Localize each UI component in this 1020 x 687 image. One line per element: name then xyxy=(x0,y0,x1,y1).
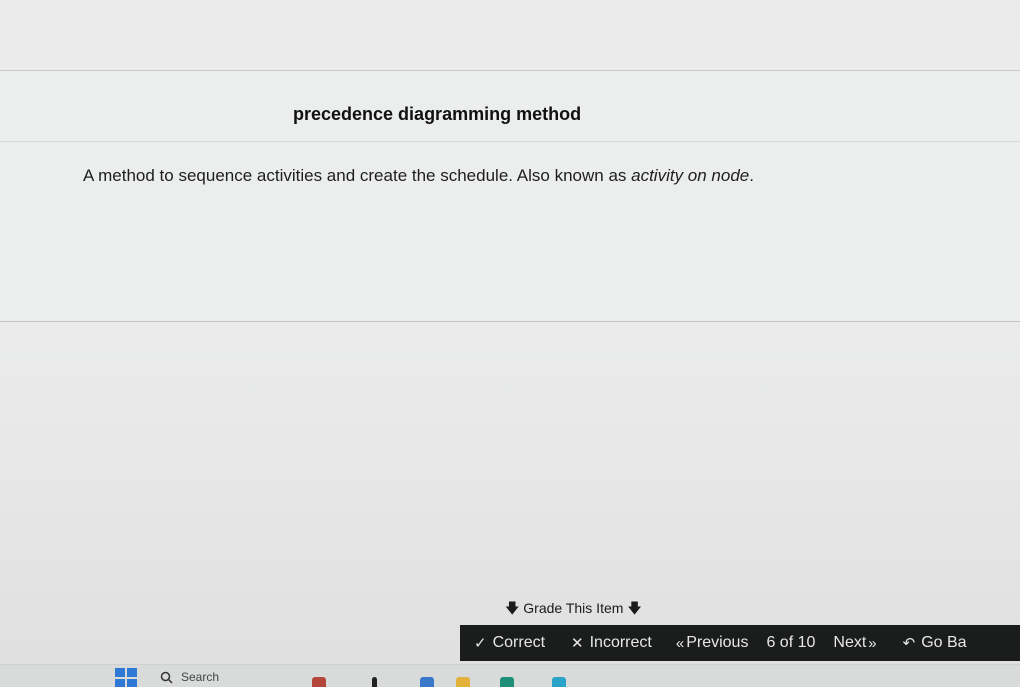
definition-italic: activity on node xyxy=(631,166,750,185)
return-arrow-icon: ↶ xyxy=(902,635,916,652)
windows-taskbar: Search xyxy=(0,664,1020,687)
term-row: precedence diagramming method xyxy=(0,101,1020,142)
taskbar-app-icon[interactable] xyxy=(500,677,514,687)
go-back-label: Go Ba xyxy=(921,634,967,651)
arrow-down-icon: 🡇 xyxy=(627,600,642,616)
folder-icon[interactable] xyxy=(456,677,470,687)
card-definition: A method to sequence activities and crea… xyxy=(83,166,754,186)
logo-tile xyxy=(127,679,137,687)
taskbar-app-icon[interactable] xyxy=(372,677,377,687)
search-placeholder: Search xyxy=(181,670,220,684)
grade-this-item-label: 🡇 Grade This Item 🡇 xyxy=(505,598,642,622)
taskbar-app-icon[interactable] xyxy=(312,677,326,687)
logo-tile xyxy=(127,668,137,677)
double-chevron-left-icon: « xyxy=(675,634,685,652)
incorrect-button[interactable]: ✕ Incorrect xyxy=(571,634,652,652)
card-counter: 6 of 10 xyxy=(766,634,816,651)
grade-label-text: Grade This Item xyxy=(523,600,624,616)
taskbar-search[interactable]: Search xyxy=(160,670,219,684)
logo-tile xyxy=(115,668,125,677)
correct-label: Correct xyxy=(492,634,546,651)
screen: precedence diagramming method A method t… xyxy=(0,0,1020,687)
definition-text: A method to sequence activities and crea… xyxy=(83,166,632,185)
go-back-button[interactable]: ↶ Go Ba xyxy=(903,634,967,652)
incorrect-label: Incorrect xyxy=(589,634,652,651)
check-icon: ✓ xyxy=(474,635,487,652)
previous-label: Previous xyxy=(686,634,749,651)
previous-button[interactable]: « Previous xyxy=(676,634,749,652)
search-icon xyxy=(160,671,173,684)
taskbar-app-icon[interactable] xyxy=(552,677,566,687)
windows-start-icon[interactable] xyxy=(115,668,137,687)
double-chevron-right-icon: » xyxy=(868,634,877,652)
close-icon: ✕ xyxy=(571,635,584,652)
grading-toolbar: ✓ Correct ✕ Incorrect « Previous 6 of 10… xyxy=(460,625,1020,661)
taskbar-app-icon[interactable] xyxy=(420,677,434,687)
definition-end: . xyxy=(749,166,754,185)
next-button[interactable]: Next » xyxy=(833,634,876,652)
logo-tile xyxy=(115,679,125,687)
arrow-down-icon: 🡇 xyxy=(505,600,520,616)
card-term: precedence diagramming method xyxy=(293,104,582,124)
flashcard: precedence diagramming method A method t… xyxy=(0,70,1020,322)
correct-button[interactable]: ✓ Correct xyxy=(474,634,545,652)
next-label: Next xyxy=(833,634,867,651)
